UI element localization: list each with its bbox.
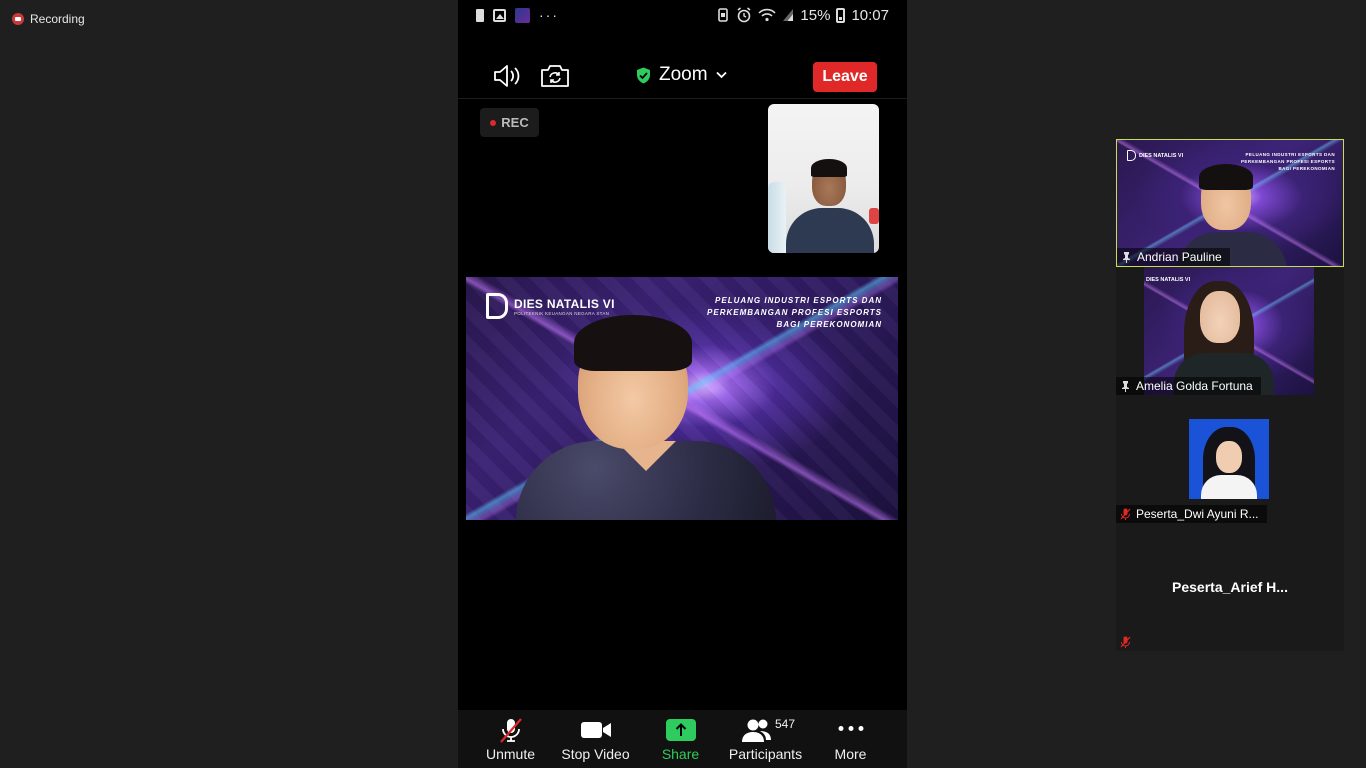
- participants-label: Participants: [728, 746, 803, 762]
- mic-off-icon: [1120, 636, 1131, 648]
- share-button[interactable]: Share: [638, 710, 723, 768]
- participants-icon: [742, 719, 771, 742]
- participant-status: [1116, 633, 1139, 651]
- unmute-label: Unmute: [485, 746, 536, 762]
- recording-indicator: Recording: [12, 12, 85, 26]
- leave-button[interactable]: Leave: [813, 62, 877, 92]
- event-caption-line: PERKEMBANGAN PROFESI ESPORTS: [1241, 159, 1335, 164]
- active-speaker-video[interactable]: DIES NATALIS VI POLITEKNIK KEUANGAN NEGA…: [466, 277, 898, 520]
- wifi-icon: [758, 8, 777, 22]
- shield-check-icon: [637, 67, 650, 83]
- more-button[interactable]: More: [808, 710, 893, 768]
- shared-phone-screen: ··· 15% 10:07 Zoom Leave REC DIES NATALI…: [458, 0, 907, 768]
- participant-tile[interactable]: DIES NATALIS VI PELUANG INDUSTRI ESPORTS…: [1116, 139, 1344, 267]
- participant-name: Amelia Golda Fortuna: [1136, 379, 1253, 393]
- self-view-person-hair: [811, 159, 847, 177]
- stop-video-button[interactable]: Stop Video: [553, 710, 638, 768]
- meeting-title: Zoom: [659, 64, 708, 85]
- mic-off-icon: [499, 718, 522, 743]
- participant-tile[interactable]: Peserta_Dwi Ayuni R...: [1116, 395, 1344, 523]
- participant-name: Andrian Pauline: [1137, 250, 1222, 264]
- participant-name: Peserta_Arief H...: [1172, 579, 1288, 595]
- recording-icon: [12, 13, 24, 25]
- bottle-image: [768, 182, 786, 253]
- more-dots-icon: [838, 726, 863, 731]
- more-label: More: [834, 746, 867, 762]
- participants-count: 547: [775, 717, 796, 731]
- rec-badge: REC: [480, 108, 539, 137]
- event-caption-line: BAGI PEREKONOMIAN: [776, 320, 882, 329]
- participant-name: Peserta_Dwi Ayuni R...: [1136, 507, 1259, 521]
- self-view-person-body: [786, 208, 874, 253]
- event-caption-line: PERKEMBANGAN PROFESI ESPORTS: [707, 308, 882, 317]
- event-logo: DIES NATALIS VI POLITEKNIK KEUANGAN NEGA…: [486, 293, 615, 319]
- rec-dot-icon: [490, 119, 497, 126]
- participant-tile[interactable]: Peserta_Arief H...: [1116, 523, 1344, 651]
- participant-name-label: Andrian Pauline: [1117, 248, 1230, 266]
- pin-icon: [1123, 251, 1130, 263]
- participant-face: [1200, 291, 1240, 343]
- recording-label: Recording: [30, 12, 85, 26]
- participants-button[interactable]: 547 Participants: [723, 710, 808, 768]
- event-caption-line: PELUANG INDUSTRI ESPORTS DAN: [715, 296, 882, 305]
- rec-badge-label: REC: [501, 115, 529, 130]
- meeting-controls-bar: Unmute Stop Video Share 547 Participants…: [458, 710, 907, 768]
- self-view-video[interactable]: [768, 104, 879, 253]
- alarm-icon: [737, 7, 751, 23]
- participant-photo: [1189, 419, 1269, 499]
- mic-off-icon: [1120, 508, 1131, 520]
- video-camera-icon: [580, 722, 611, 738]
- participant-body: [1201, 475, 1257, 499]
- event-logo: DIES NATALIS VI: [1146, 277, 1190, 283]
- gallery-notification-icon: [493, 8, 506, 22]
- event-title: DIES NATALIS VI: [514, 296, 615, 311]
- event-title: DIES NATALIS VI: [1146, 277, 1191, 283]
- app-notification-icon: [515, 7, 530, 23]
- clock: 10:07: [851, 6, 889, 24]
- participant-name-label: Peserta_Dwi Ayuni R...: [1116, 505, 1267, 523]
- event-subtitle: POLITEKNIK KEUANGAN NEGARA STAN: [514, 310, 610, 316]
- event-caption: PELUANG INDUSTRI ESPORTS DAN PERKEMBANGA…: [682, 295, 882, 331]
- battery-icon: [836, 7, 846, 23]
- switch-camera-icon[interactable]: [540, 62, 570, 88]
- share-label: Share: [661, 746, 700, 762]
- event-caption-line: PELUANG INDUSTRI ESPORTS DAN: [1245, 152, 1335, 157]
- speaker-icon[interactable]: [492, 63, 524, 89]
- event-caption: PELUANG INDUSTRI ESPORTS DAN PERKEMBANGA…: [1235, 151, 1335, 172]
- participant-name-label: Amelia Golda Fortuna: [1116, 377, 1261, 395]
- event-logo-mark: [486, 293, 508, 319]
- meeting-title-dropdown[interactable]: Zoom: [636, 64, 727, 86]
- cup-image: [869, 208, 879, 224]
- phone-status-bar: ··· 15% 10:07: [458, 0, 907, 30]
- meeting-toolbar: Zoom Leave: [458, 55, 907, 99]
- participant-tile[interactable]: DIES NATALIS VI Amelia Golda Fortuna: [1116, 267, 1344, 395]
- signal-icon: [783, 9, 794, 21]
- event-logo: DIES NATALIS VI: [1127, 150, 1183, 161]
- participant-face: [1216, 441, 1242, 473]
- stop-video-label: Stop Video: [561, 746, 630, 762]
- vibrate-icon: [718, 8, 729, 22]
- unmute-button[interactable]: Unmute: [468, 710, 553, 768]
- participant-video: DIES NATALIS VI: [1144, 267, 1314, 395]
- event-title: DIES NATALIS VI: [1139, 152, 1184, 159]
- event-logo-mark: [1127, 150, 1136, 161]
- battery-percent: 15%: [800, 6, 831, 24]
- pin-icon: [1122, 380, 1129, 392]
- chevron-down-icon: [715, 71, 727, 79]
- battery-alert-icon: [476, 8, 484, 22]
- share-icon: [665, 719, 696, 741]
- participant-hair: [1199, 164, 1253, 190]
- more-notifications-icon: ···: [539, 7, 559, 23]
- speaker-hair: [574, 315, 692, 371]
